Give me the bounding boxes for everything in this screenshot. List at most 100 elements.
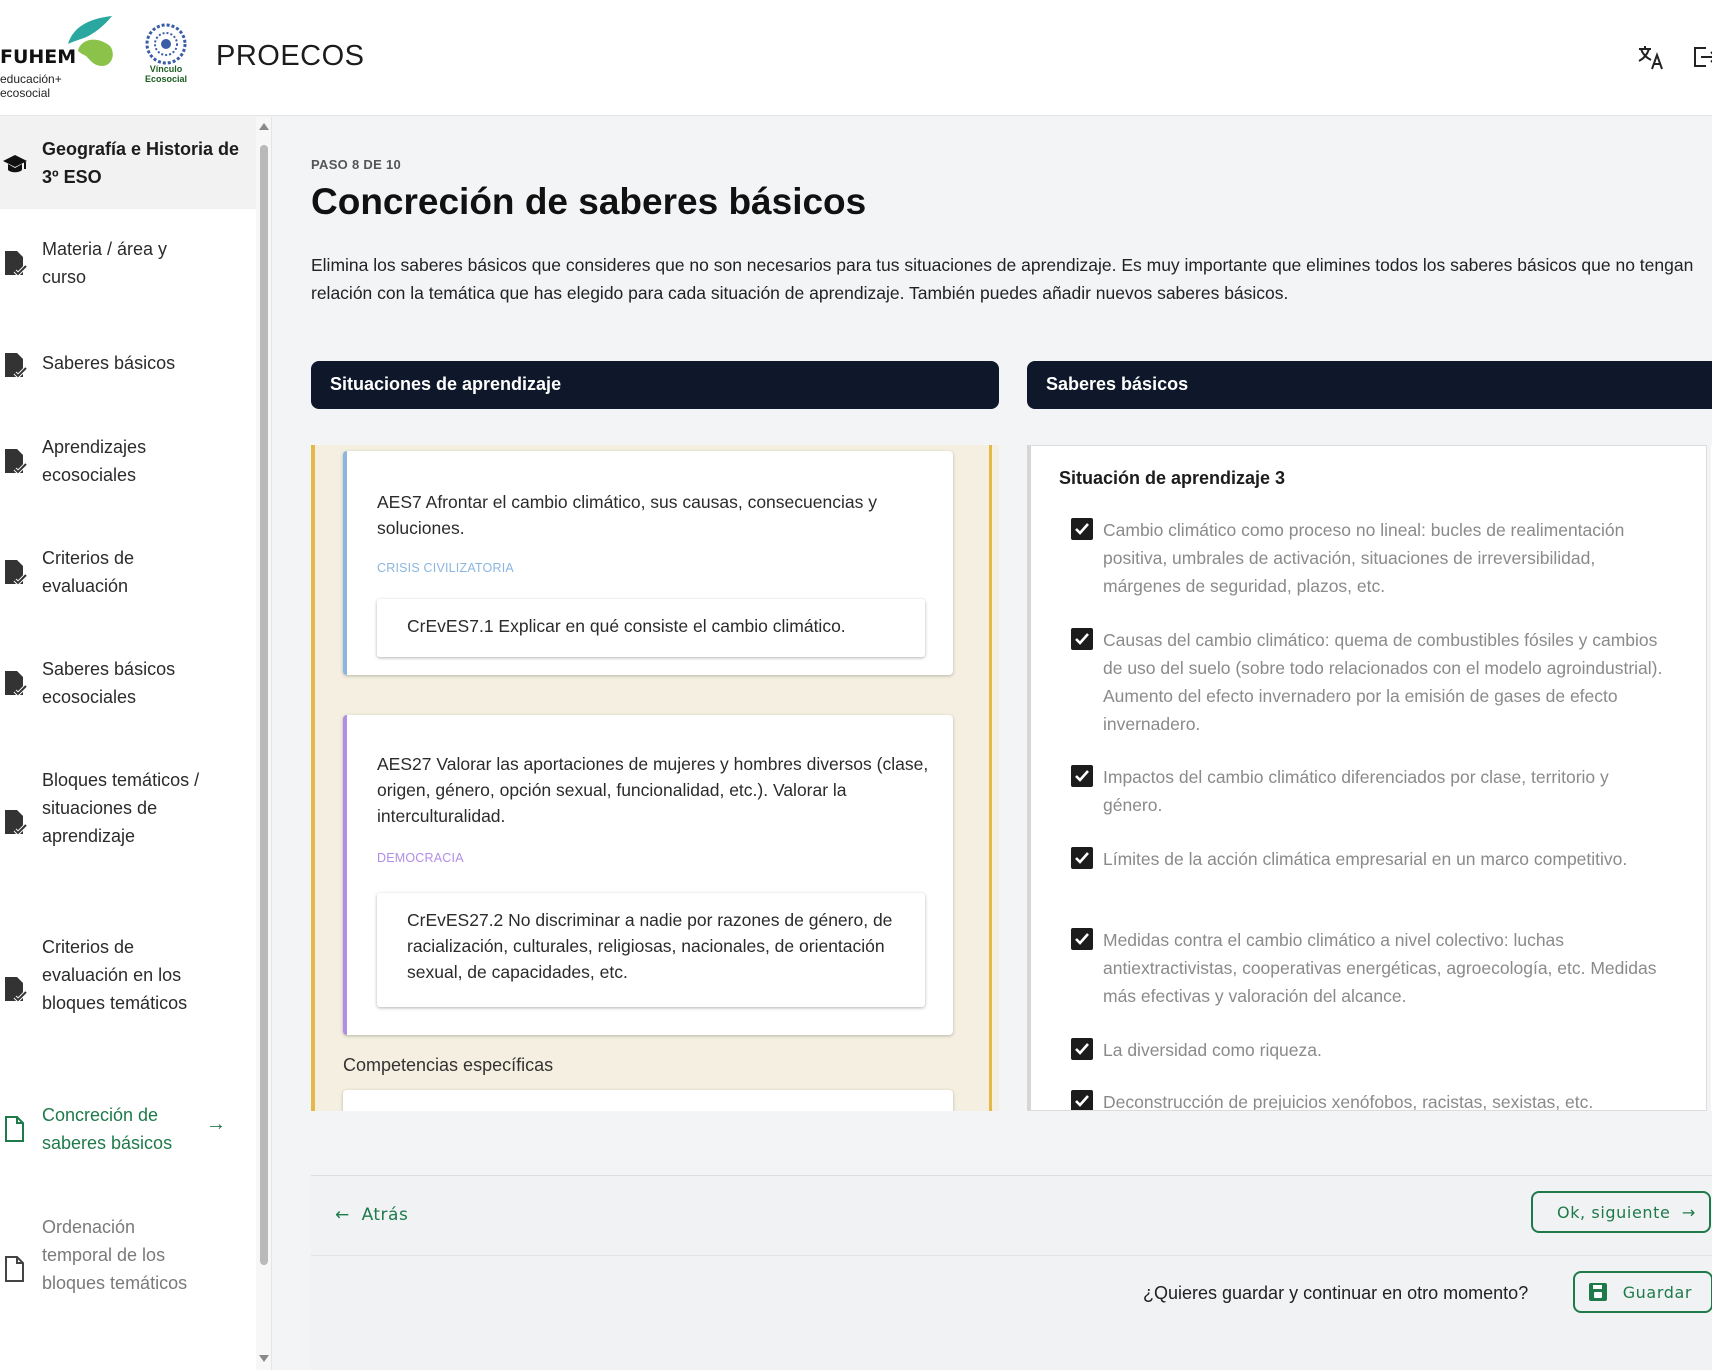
brand-name: FUHEM [0, 46, 77, 68]
sidebar-item-materia[interactable]: Materia / área y curso [0, 235, 256, 291]
aprendizaje-card: AES7 Afrontar el cambio climático, sus c… [343, 451, 953, 675]
sidebar-item-label: Bloques temáticos / situaciones de apren… [42, 770, 200, 846]
save-label: Guardar [1622, 1283, 1693, 1302]
sidebar-item-aprendizajes-ecosociales[interactable]: Aprendizajes ecosociales [0, 433, 256, 489]
arrow-left-icon: ← [335, 1205, 350, 1225]
page-description: Elimina los saberes básicos que consider… [311, 255, 1694, 303]
competencia-card [343, 1090, 953, 1111]
brand-tagline-1: educación+ [0, 72, 62, 86]
vinculo-emblem-icon [145, 23, 187, 65]
saber-checkbox-row[interactable]: Causas del cambio climático: quema de co… [1071, 626, 1671, 738]
checkbox-checked[interactable] [1071, 628, 1093, 650]
sidebar-item-saberes-ecosociales[interactable]: Saberes básicos ecosociales [0, 655, 256, 711]
fuhem-logo[interactable]: FUHEM educación+ ecosocial [0, 16, 120, 102]
saber-label: La diversidad como riqueza. [1103, 1040, 1322, 1060]
save-question: ¿Quieres guardar y continuar en otro mom… [1143, 1283, 1529, 1303]
checkbox-checked[interactable] [1071, 765, 1093, 787]
back-button[interactable]: ← Atrás [325, 1197, 418, 1237]
panel-border [989, 445, 992, 1111]
aprendizaje-text: AES7 Afrontar el cambio climático, sus c… [377, 492, 877, 538]
saber-label: Causas del cambio climático: quema de co… [1103, 630, 1663, 734]
situaciones-panel: AES7 Afrontar el cambio climático, sus c… [311, 445, 999, 1111]
checkbox-checked[interactable] [1071, 847, 1093, 869]
aprendizaje-text: AES27 Valorar las aportaciones de mujere… [377, 754, 929, 826]
main-content: PASO 8 DE 10 Concreción de saberes básic… [273, 117, 1712, 1370]
scrollbar-thumb[interactable] [260, 145, 268, 1265]
document-icon [5, 1116, 24, 1142]
brand-tagline-2: ecosocial [0, 86, 51, 100]
document-check-icon [5, 977, 28, 1003]
sidebar-item-label: Materia / área y curso [42, 239, 168, 287]
aprendizaje-card: AES27 Valorar las aportaciones de mujere… [343, 715, 953, 1035]
sidebar-item-criterios-evaluacion[interactable]: Criterios de evaluación [0, 544, 256, 600]
saber-label: Medidas contra el cambio climático a niv… [1103, 930, 1657, 1006]
scroll-down-icon[interactable] [259, 1355, 269, 1362]
partner-logo-text: Vínculo Ecosocial [144, 64, 188, 84]
sidebar-item-label: Concreción de saberes básicos [42, 1105, 173, 1153]
sidebar-item-label: Saberes básicos ecosociales [42, 659, 176, 707]
sidebar-item-bloques-tematicos[interactable]: Bloques temáticos / situaciones de apren… [0, 766, 256, 878]
arrow-right-icon: → [206, 1113, 226, 1135]
logout-icon[interactable] [1690, 42, 1712, 72]
saber-label: Límites de la acción climática empresari… [1103, 849, 1628, 869]
vinculo-ecosocial-logo: Vínculo Ecosocial [138, 22, 194, 94]
saber-checkbox-row[interactable]: Límites de la acción climática empresari… [1071, 845, 1671, 901]
save-button[interactable]: Guardar [1573, 1271, 1712, 1313]
floppy-disk-icon [1589, 1283, 1607, 1301]
criterion-box: CrEvES7.1 Explicar en qué consiste el ca… [377, 599, 925, 657]
translate-icon[interactable] [1636, 42, 1666, 72]
situaciones-header: Situaciones de aprendizaje [311, 361, 999, 409]
document-check-icon [5, 671, 28, 697]
step-indicator: PASO 8 DE 10 [311, 157, 402, 172]
saber-checkbox-row[interactable]: Cambio climático como proceso no lineal:… [1071, 516, 1671, 600]
saber-checkbox-row[interactable]: La diversidad como riqueza. [1071, 1036, 1671, 1066]
saber-label: Deconstrucción de prejuicios xenófobos, … [1103, 1092, 1594, 1111]
graduation-cap-icon [3, 155, 27, 173]
document-check-icon [5, 353, 28, 379]
situacion-title: Situación de aprendizaje 3 [1059, 468, 1286, 488]
category-tag: CRISIS CIVILIZATORIA [377, 561, 514, 575]
saber-checkbox-row[interactable]: Medidas contra el cambio climático a niv… [1071, 926, 1671, 1010]
sidebar-item-label: Criterios de evaluación [42, 548, 135, 596]
sidebar-item-label: Aprendizajes ecosociales [42, 437, 147, 485]
saber-label: Cambio climático como proceso no lineal:… [1103, 520, 1625, 596]
category-tag: DEMOCRACIA [377, 851, 464, 865]
sidebar-item-label: Saberes básicos [42, 353, 176, 373]
step-sidebar: Geografía e Historia de 3º ESO Materia /… [0, 117, 272, 1370]
top-bar: FUHEM educación+ ecosocial Vínculo Ecoso… [0, 0, 1712, 116]
back-label: Atrás [361, 1205, 409, 1225]
footer-divider [311, 1255, 1712, 1256]
saberes-panel: Situación de aprendizaje 3 Cambio climát… [1027, 445, 1707, 1111]
saber-label: Impactos del cambio climático diferencia… [1103, 767, 1609, 815]
sidebar-item-criterios-bloques[interactable]: Criterios de evaluación en los bloques t… [0, 933, 256, 1045]
sidebar-item-saberes-basicos[interactable]: Saberes básicos [0, 349, 256, 379]
app-title: PROECOS [216, 40, 365, 72]
sidebar-scrollbar[interactable] [256, 117, 271, 1370]
saberes-header: Saberes básicos [1027, 361, 1712, 409]
checkbox-checked[interactable] [1071, 1090, 1093, 1110]
sidebar-item-label: Ordenación temporal de los bloques temát… [42, 1217, 188, 1293]
checkbox-checked[interactable] [1071, 1038, 1093, 1060]
sidebar-item-label: Criterios de evaluación en los bloques t… [42, 937, 188, 1013]
document-check-icon [5, 449, 28, 475]
arrow-right-icon: → [1681, 1203, 1696, 1222]
document-check-icon [5, 560, 28, 586]
document-check-icon [5, 251, 28, 277]
next-label: Ok, siguiente [1557, 1203, 1671, 1222]
saber-checkbox-row[interactable]: Impactos del cambio climático diferencia… [1071, 763, 1671, 819]
footer-area [311, 1176, 1712, 1370]
checkbox-checked[interactable] [1071, 928, 1093, 950]
competencias-label: Competencias específicas [343, 1055, 554, 1075]
checkbox-checked[interactable] [1071, 518, 1093, 540]
scroll-up-icon[interactable] [259, 123, 269, 130]
next-button[interactable]: Ok, siguiente → [1531, 1191, 1711, 1233]
document-check-icon [5, 810, 28, 836]
document-icon [5, 1256, 24, 1282]
course-header: Geografía e Historia de 3º ESO [0, 117, 256, 209]
sidebar-item-concrecion-saberes[interactable]: Concreción de saberes básicos → [0, 1101, 256, 1157]
sidebar-item-ordenacion-temporal[interactable]: Ordenación temporal de los bloques temát… [0, 1213, 256, 1325]
page-title: Concreción de saberes básicos [311, 181, 867, 222]
saber-checkbox-row[interactable]: Deconstrucción de prejuicios xenófobos, … [1071, 1088, 1671, 1111]
course-title: Geografía e Historia de 3º ESO [42, 139, 240, 187]
criterion-box: CrEvES27.2 No discriminar a nadie por ra… [377, 893, 925, 1007]
